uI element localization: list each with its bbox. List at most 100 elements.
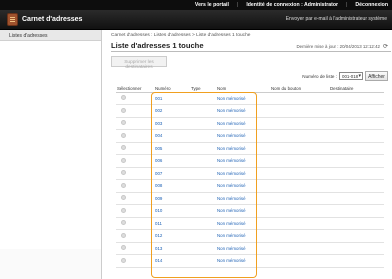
row-number-link[interactable]: 011: [154, 217, 190, 230]
row-destination: [329, 192, 384, 205]
row-name-link[interactable]: Non mémorisé: [216, 92, 270, 105]
app-header: Carnet d'adresses Envoyer par e-mail à l…: [0, 10, 392, 30]
col-header-button-name: Nom du bouton: [270, 85, 329, 93]
row-button-name: [270, 117, 329, 130]
table-header-row: Sélectionner Numéro Type Nom Nom du bout…: [116, 85, 384, 93]
top-links: Vers le portail | Identité de connexion …: [195, 2, 388, 8]
row-name-link[interactable]: Non mémorisé: [216, 142, 270, 155]
select-radio[interactable]: [121, 195, 126, 201]
breadcrumb[interactable]: Carnet d'adresses : Listes d'adresses > …: [111, 33, 250, 38]
row-type: [190, 254, 216, 268]
row-button-name: [270, 142, 329, 155]
row-button-name: [270, 154, 329, 168]
select-radio[interactable]: [121, 157, 126, 163]
row-button-name: [270, 104, 329, 118]
row-name-link[interactable]: Non mémorisé: [216, 104, 270, 118]
list-number-control: Numéro de liste : 001-018 Afficher: [302, 71, 388, 81]
table-row: 003 Non mémorisé: [116, 117, 384, 130]
select-radio[interactable]: [121, 257, 126, 263]
row-destination: [329, 142, 384, 155]
col-header-destination: Destinataire: [329, 85, 384, 93]
row-name-link[interactable]: Non mémorisé: [216, 179, 270, 193]
row-name-link[interactable]: Non mémorisé: [216, 167, 270, 180]
select-cell: [116, 217, 154, 230]
row-number-link[interactable]: 009: [154, 192, 190, 205]
row-button-name: [270, 92, 329, 105]
row-number-link[interactable]: 004: [154, 129, 190, 143]
select-cell: [116, 142, 154, 155]
sidebar-item-address-lists[interactable]: Listes d'adresses: [0, 30, 101, 41]
row-number-link[interactable]: 005: [154, 142, 190, 155]
row-number-link[interactable]: 006: [154, 154, 190, 168]
table-row: 001 Non mémorisé: [116, 92, 384, 105]
table-row: 012 Non mémorisé: [116, 229, 384, 243]
portal-link[interactable]: Vers le portail: [195, 2, 229, 8]
select-radio[interactable]: [121, 132, 126, 138]
select-radio[interactable]: [121, 232, 126, 238]
row-name-link[interactable]: Non mémorisé: [216, 254, 270, 268]
row-button-name: [270, 204, 329, 218]
divider: [111, 51, 391, 52]
mail-admin-link[interactable]: Envoyer par e-mail à l'administrateur sy…: [286, 16, 387, 22]
show-button[interactable]: Afficher: [365, 71, 388, 81]
row-destination: [329, 129, 384, 143]
row-destination: [329, 242, 384, 255]
row-number-link[interactable]: 001: [154, 92, 190, 105]
row-button-name: [270, 167, 329, 180]
select-cell: [116, 229, 154, 243]
row-number-link[interactable]: 007: [154, 167, 190, 180]
row-name-link[interactable]: Non mémorisé: [216, 217, 270, 230]
row-number-link[interactable]: 013: [154, 242, 190, 255]
select-radio[interactable]: [121, 245, 126, 251]
row-name-link[interactable]: Non mémorisé: [216, 192, 270, 205]
row-button-name: [270, 129, 329, 143]
row-number-link[interactable]: 008: [154, 179, 190, 193]
row-name-link[interactable]: Non mémorisé: [216, 117, 270, 130]
row-destination: [329, 117, 384, 130]
row-type: [190, 129, 216, 143]
select-cell: [116, 204, 154, 218]
col-header-name: Nom: [216, 85, 270, 93]
refresh-icon[interactable]: ⟳: [383, 43, 388, 50]
row-number-link[interactable]: 010: [154, 204, 190, 218]
row-destination: [329, 229, 384, 243]
select-radio[interactable]: [121, 145, 126, 151]
row-destination: [329, 204, 384, 218]
separator: |: [346, 2, 348, 8]
top-bar: Vers le portail | Identité de connexion …: [0, 0, 392, 10]
table-row: 006 Non mémorisé: [116, 154, 384, 168]
row-type: [190, 217, 216, 230]
page-title: Liste d'adresses 1 touche: [111, 41, 204, 50]
select-radio[interactable]: [121, 107, 126, 113]
select-cell: [116, 154, 154, 168]
select-radio[interactable]: [121, 95, 126, 101]
row-name-link[interactable]: Non mémorisé: [216, 242, 270, 255]
delete-destinations-button[interactable]: Supprimer les destinataires: [111, 56, 167, 70]
select-radio[interactable]: [121, 207, 126, 213]
select-radio[interactable]: [121, 220, 126, 226]
row-button-name: [270, 192, 329, 205]
row-name-link[interactable]: Non mémorisé: [216, 154, 270, 168]
login-id-label: Identité de connexion : Administrator: [246, 2, 339, 8]
select-radio[interactable]: [121, 170, 126, 176]
row-destination: [329, 154, 384, 168]
row-name-link[interactable]: Non mémorisé: [216, 129, 270, 143]
row-name-link[interactable]: Non mémorisé: [216, 229, 270, 243]
select-radio[interactable]: [121, 182, 126, 188]
last-updated: Dernière mise à jour : 20/04/2013 12:12:…: [296, 43, 388, 50]
col-header-select: Sélectionner: [116, 85, 154, 93]
select-cell: [116, 92, 154, 105]
list-number-select[interactable]: 001-018: [339, 72, 363, 80]
row-number-link[interactable]: 014: [154, 254, 190, 268]
select-cell: [116, 192, 154, 205]
row-number-link[interactable]: 002: [154, 104, 190, 118]
row-number-link[interactable]: 012: [154, 229, 190, 243]
select-radio[interactable]: [121, 120, 126, 126]
row-number-link[interactable]: 003: [154, 117, 190, 130]
col-header-number: Numéro: [154, 85, 190, 93]
address-book-icon: [7, 13, 18, 26]
logout-link[interactable]: Déconnexion: [355, 2, 388, 8]
table-row: 002 Non mémorisé: [116, 104, 384, 118]
row-name-link[interactable]: Non mémorisé: [216, 204, 270, 218]
row-button-name: [270, 229, 329, 243]
